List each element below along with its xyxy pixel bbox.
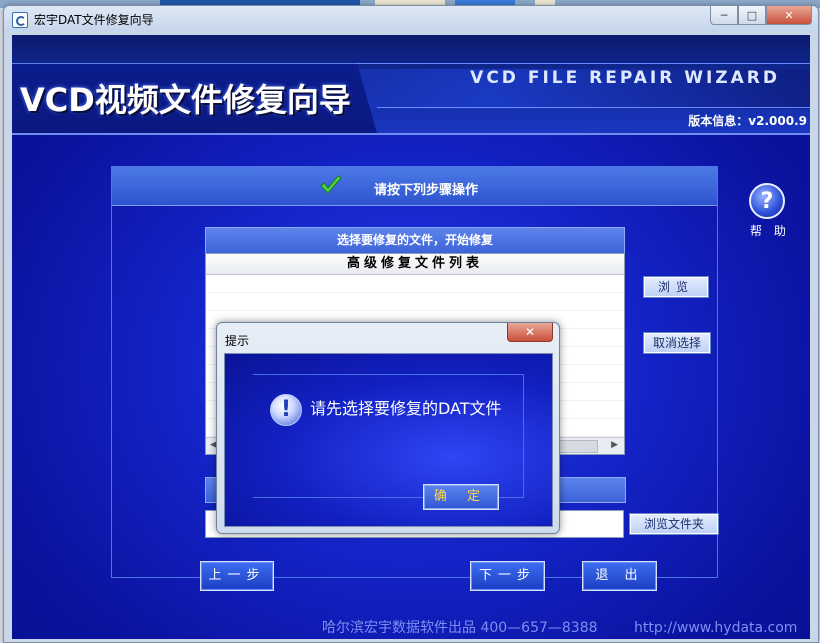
panel-header: 请按下列步骤操作 — [112, 167, 717, 206]
maximize-button[interactable]: □ — [738, 6, 766, 25]
exit-button[interactable]: 退 出 — [582, 561, 657, 591]
version-info: 版本信息：v2.000.9 — [688, 114, 807, 128]
panel-title: 请按下列步骤操作 — [374, 183, 479, 198]
dialog-frame — [253, 374, 524, 498]
help-button[interactable]: ? — [749, 183, 785, 219]
help-label[interactable]: 帮 助 — [750, 222, 790, 239]
title-bar[interactable]: 宏宇DAT文件修复向导 ─ □ ✕ — [4, 6, 818, 32]
close-button[interactable]: ✕ — [766, 6, 812, 25]
prev-step-button[interactable]: 上一步 — [200, 561, 274, 591]
header-rule — [377, 107, 810, 108]
app-title: VCD视频文件修复向导 — [20, 81, 351, 119]
minimize-icon: ─ — [720, 8, 728, 22]
dialog-close-button[interactable]: ✕ — [507, 323, 553, 342]
close-icon: ✕ — [784, 8, 794, 22]
dialog-title: 提示 — [225, 334, 250, 348]
header-banner: VCD视频文件修复向导 VCD FILE REPAIR WIZARD 版本信息：… — [12, 35, 810, 135]
exclamation-icon: ! — [270, 394, 302, 426]
dialog-message: 请先选择要修复的DAT文件 — [310, 399, 502, 418]
maximize-icon: □ — [746, 8, 758, 22]
window-controls: ─ □ ✕ — [710, 6, 812, 26]
close-icon: ✕ — [524, 325, 536, 339]
checkmark-icon — [320, 175, 342, 194]
dialog-body: ! 请先选择要修复的DAT文件 确 定 — [224, 353, 553, 527]
window-title: 宏宇DAT文件修复向导 — [34, 13, 154, 27]
header-rule — [357, 63, 810, 64]
browse-button[interactable]: 浏览 — [643, 276, 709, 298]
next-step-button[interactable]: 下一步 — [470, 561, 545, 591]
footer-url[interactable]: http://www.hydata.com — [634, 620, 797, 636]
footer-company: 哈尔滨宏宇数据软件出品 400—657—8388 — [322, 620, 598, 636]
app-icon — [12, 12, 28, 28]
ok-button[interactable]: 确 定 — [423, 484, 499, 510]
app-subtitle: VCD FILE REPAIR WIZARD — [470, 68, 780, 88]
alert-dialog: 提示 ✕ ! 请先选择要修复的DAT文件 确 定 — [216, 322, 560, 534]
list-row[interactable] — [206, 275, 624, 293]
browse-folder-button[interactable]: 浏览文件夹 — [629, 513, 719, 535]
help-icon: ? — [760, 189, 774, 214]
minimize-button[interactable]: ─ — [710, 6, 738, 25]
list-row[interactable] — [206, 293, 624, 311]
file-select-heading: 选择要修复的文件，开始修复 — [205, 227, 625, 254]
deselect-button[interactable]: 取消选择 — [643, 332, 711, 354]
list-column-header[interactable]: 高级修复文件列表 — [206, 254, 624, 275]
scroll-right-icon[interactable]: ▶ — [611, 440, 618, 450]
